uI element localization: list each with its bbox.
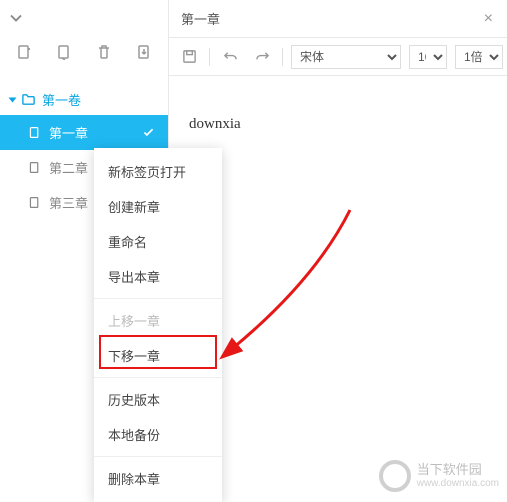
- undo-button[interactable]: [218, 45, 242, 69]
- new-folder-icon[interactable]: [44, 38, 84, 66]
- watermark-url: www.downxia.com: [417, 478, 499, 489]
- doc-icon: [28, 196, 41, 209]
- caret-down-icon: [9, 97, 17, 102]
- watermark-logo-icon: [379, 460, 411, 492]
- font-size-select[interactable]: 16: [409, 45, 447, 69]
- tab-bar: 第一章 ×: [169, 0, 507, 38]
- chapter-label: 第一章: [49, 123, 88, 142]
- menu-separator: [94, 298, 222, 299]
- menu-move-up: 上移一章: [94, 303, 222, 338]
- chapter-label: 第三章: [49, 193, 88, 212]
- volume-label: 第一卷: [42, 90, 81, 109]
- separator: [282, 48, 283, 66]
- menu-separator: [94, 456, 222, 457]
- context-menu: 新标签页打开 创建新章 重命名 导出本章 上移一章 下移一章 历史版本 本地备份…: [94, 148, 222, 502]
- delete-icon[interactable]: [84, 38, 124, 66]
- new-doc-icon[interactable]: [4, 38, 44, 66]
- redo-button[interactable]: [250, 45, 274, 69]
- watermark-name: 当下软件园: [417, 463, 499, 477]
- font-select[interactable]: 宋体: [291, 45, 401, 69]
- volume-item[interactable]: 第一卷: [0, 84, 168, 115]
- chapter-label: 第二章: [49, 158, 88, 177]
- menu-export[interactable]: 导出本章: [94, 259, 222, 294]
- check-icon: [142, 126, 156, 140]
- menu-rename[interactable]: 重命名: [94, 224, 222, 259]
- separator: [209, 48, 210, 66]
- watermark: 当下软件园 www.downxia.com: [379, 460, 499, 492]
- menu-delete[interactable]: 删除本章: [94, 461, 222, 496]
- save-button[interactable]: [177, 45, 201, 69]
- export-icon[interactable]: [124, 38, 164, 66]
- folder-icon: [21, 92, 36, 107]
- doc-icon: [28, 161, 41, 174]
- editor-toolbar: 宋体 16 1倍行距: [169, 38, 507, 76]
- doc-icon: [28, 126, 41, 139]
- menu-open-new-tab[interactable]: 新标签页打开: [94, 154, 222, 189]
- menu-history[interactable]: 历史版本: [94, 382, 222, 417]
- tab-close-button[interactable]: ×: [478, 10, 499, 28]
- tab-title[interactable]: 第一章: [181, 9, 220, 28]
- menu-create-chapter[interactable]: 创建新章: [94, 189, 222, 224]
- menu-move-down[interactable]: 下移一章: [94, 338, 222, 373]
- menu-separator: [94, 377, 222, 378]
- chapter-item-active[interactable]: 第一章: [0, 115, 168, 150]
- menu-local-backup[interactable]: 本地备份: [94, 417, 222, 452]
- sidebar-toolbar: [0, 28, 168, 84]
- expand-chevron[interactable]: [6, 8, 26, 28]
- line-height-select[interactable]: 1倍行距: [455, 45, 503, 69]
